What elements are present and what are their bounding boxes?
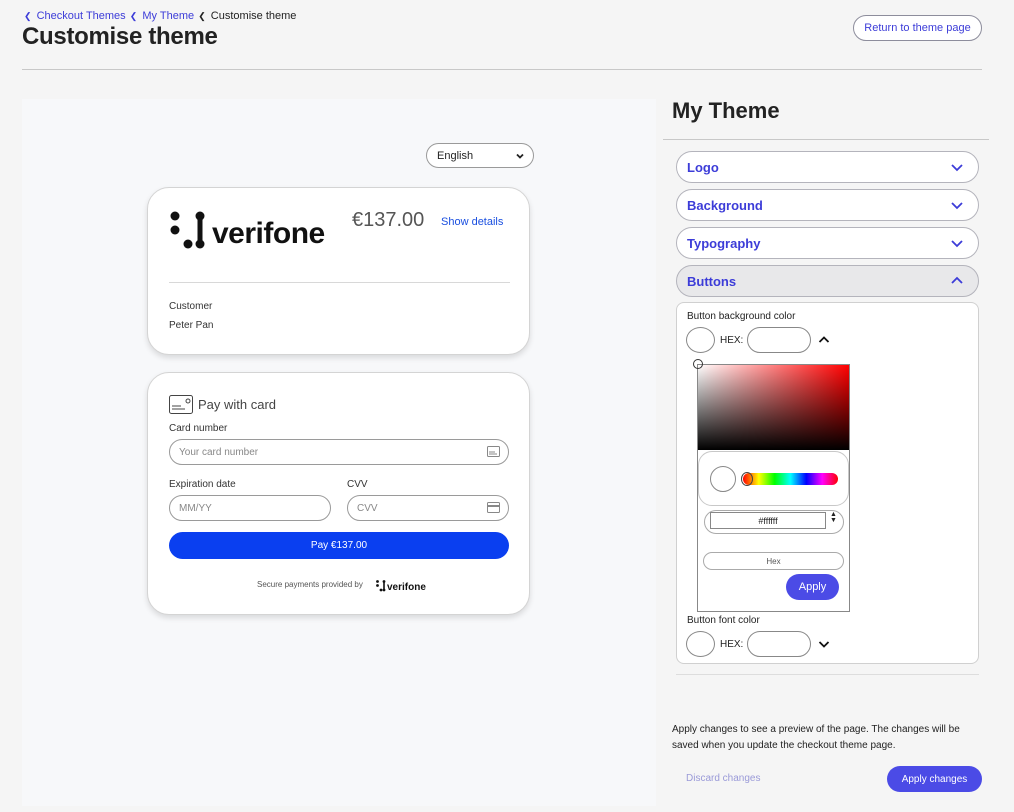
card-number-label: Card number (169, 423, 228, 434)
hue-slider[interactable] (743, 473, 838, 485)
cvv-label: CVV (347, 479, 368, 490)
saturation-handle[interactable] (693, 359, 703, 369)
breadcrumb-label: Checkout Themes (36, 10, 126, 22)
font-hex-input[interactable] (747, 631, 811, 657)
button-font-color-label: Button font color (687, 615, 760, 626)
verifone-logo-mark-icon (170, 211, 205, 249)
accordion-typography[interactable]: Typography (676, 227, 979, 259)
credit-card-icon (169, 395, 193, 414)
chevron-down-icon (951, 240, 963, 248)
hue-slider-handle[interactable] (741, 472, 753, 486)
breadcrumb-label: Customise theme (210, 10, 297, 22)
accordion-label: Typography (687, 235, 761, 251)
chevron-down-icon (951, 202, 963, 210)
brand-wordmark: verifone (212, 217, 325, 250)
chevron-down-icon[interactable] (818, 638, 830, 650)
cvv-card-icon (487, 502, 500, 513)
hex-stepper-arrows-icon[interactable]: ▲ ▼ (830, 511, 837, 524)
divider (663, 139, 989, 140)
language-value: English (437, 149, 474, 162)
accordion-label: Buttons (687, 273, 737, 289)
breadcrumb-link-my-theme[interactable]: ❮ My Theme (129, 10, 194, 22)
secure-payments-text: Secure payments provided by (257, 580, 363, 589)
cvv-input[interactable]: CVV (347, 495, 509, 521)
chevron-down-icon (951, 164, 963, 172)
secure-brand-wordmark: verifone (387, 582, 426, 593)
hex-label: HEX: (720, 335, 744, 346)
chevron-left-icon: ❮ (24, 11, 32, 21)
expiration-placeholder: MM/YY (179, 502, 212, 514)
breadcrumb-link-checkout-themes[interactable]: ❮ Checkout Themes (23, 10, 126, 22)
color-preview-swatch (710, 466, 736, 492)
accordion-background[interactable]: Background (676, 189, 979, 221)
show-details-link[interactable]: Show details (441, 216, 503, 228)
return-to-theme-button[interactable]: Return to theme page (853, 15, 982, 41)
chevron-down-icon (516, 153, 524, 159)
theme-title: My Theme (672, 98, 780, 123)
accordion-logo[interactable]: Logo (676, 151, 979, 183)
discard-changes-button[interactable]: Discard changes (686, 773, 760, 784)
saturation-area[interactable] (698, 365, 849, 450)
pay-with-card-title: Pay with card (198, 397, 277, 412)
chevron-up-icon (951, 276, 963, 284)
divider (169, 282, 510, 283)
breadcrumb: ❮ Checkout Themes ❮ My Theme ❮ Customise… (23, 10, 296, 22)
picker-apply-button[interactable]: Apply (786, 574, 839, 600)
apply-changes-button[interactable]: Apply changes (887, 766, 982, 792)
card-number-input[interactable]: Your card number (169, 439, 509, 465)
card-icon (487, 446, 500, 457)
font-color-swatch[interactable] (686, 631, 715, 657)
language-select[interactable]: English (426, 143, 534, 168)
accordion-label: Logo (687, 159, 719, 175)
accordion-label: Background (687, 197, 763, 213)
apply-changes-note: Apply changes to see a preview of the pa… (672, 724, 960, 751)
color-mode-toggle[interactable]: Hex (703, 552, 844, 570)
hex-label: HEX: (720, 639, 744, 650)
breadcrumb-current: ❮ Customise theme (197, 10, 296, 22)
hex-value-input[interactable]: #ffffff (710, 512, 826, 529)
divider (22, 69, 982, 70)
verifone-small-logo-icon (376, 580, 386, 592)
chevron-up-icon[interactable] (818, 334, 830, 346)
card-number-placeholder: Your card number (179, 446, 259, 458)
divider (676, 674, 979, 675)
page-title: Customise theme (22, 23, 218, 50)
customer-label: Customer (169, 301, 213, 312)
background-color-swatch[interactable] (686, 327, 715, 353)
expiration-date-label: Expiration date (169, 479, 236, 490)
chevron-left-icon: ❮ (198, 11, 206, 21)
background-hex-input[interactable] (747, 327, 811, 353)
chevron-left-icon: ❮ (129, 11, 138, 21)
breadcrumb-label: My Theme (142, 10, 195, 22)
order-amount: €137.00 (352, 209, 425, 231)
expiration-date-input[interactable]: MM/YY (169, 495, 331, 521)
customer-name: Peter Pan (169, 320, 214, 331)
button-background-color-label: Button background color (687, 311, 796, 322)
cvv-placeholder: CVV (357, 502, 378, 514)
accordion-buttons[interactable]: Buttons (676, 265, 979, 297)
pay-button[interactable]: Pay €137.00 (169, 532, 509, 559)
